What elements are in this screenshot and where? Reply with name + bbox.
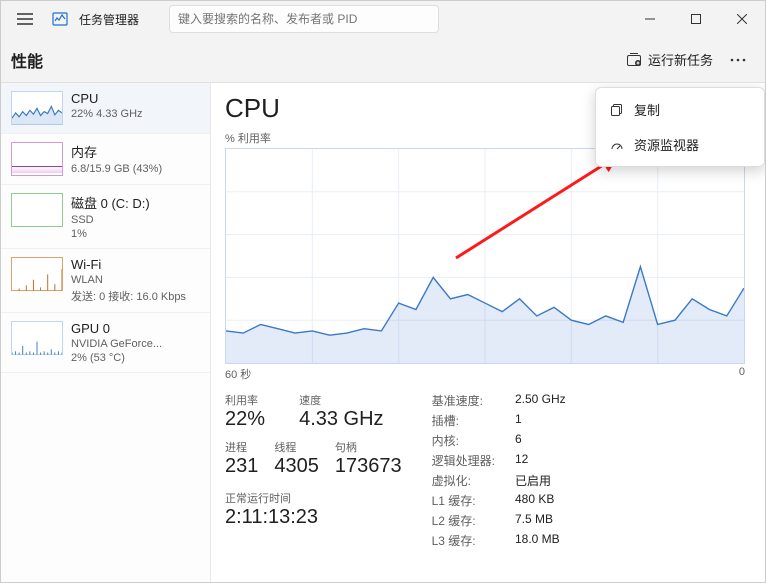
app-title: 任务管理器	[79, 11, 139, 28]
cores-k: 内核:	[432, 432, 495, 449]
search-input[interactable]	[169, 5, 439, 33]
main-title: CPU	[225, 93, 280, 124]
handles-label: 句柄	[335, 439, 402, 455]
logical-v: 12	[515, 452, 566, 469]
context-menu: 复制 资源监视器	[595, 87, 765, 167]
sidebar: CPU 22% 4.33 GHz 内存 6.8/15.9 GB (43%) 磁盘…	[1, 83, 211, 582]
threads-value: 4305	[274, 455, 319, 478]
task-manager-window: 任务管理器 性能 运行新任务 CPU 22% 4.33 GHz	[0, 0, 766, 583]
util-label: 利用率	[225, 392, 283, 408]
sidebar-item-sub: NVIDIA GeForce...	[71, 338, 162, 350]
cpu-chart	[225, 148, 745, 364]
more-button[interactable]	[721, 45, 755, 75]
titlebar: 任务管理器	[1, 1, 765, 37]
sidebar-item-disk[interactable]: 磁盘 0 (C: D:) SSD 1%	[1, 185, 210, 249]
new-task-icon	[626, 52, 642, 68]
cpu-details: 基准速度: 2.50 GHz 插槽: 1 内核: 6 逻辑处理器: 12 虚拟化: 已启用…	[432, 392, 566, 549]
content: CPU 22% 4.33 GHz 内存 6.8/15.9 GB (43%) 磁盘…	[1, 83, 765, 582]
toolbar: 性能 运行新任务	[1, 37, 765, 83]
menu-item-copy[interactable]: 复制	[596, 92, 764, 127]
run-task-label: 运行新任务	[648, 50, 713, 69]
virt-v: 已启用	[515, 472, 566, 489]
logical-k: 逻辑处理器:	[432, 452, 495, 469]
main-panel: CPU 12th Gen Intel(R) Co % 利用率 60 秒 0 利用…	[211, 83, 765, 582]
page-title: 性能	[11, 48, 43, 72]
window-controls	[627, 1, 765, 37]
app-icon	[51, 10, 69, 28]
sidebar-item-gpu[interactable]: GPU 0 NVIDIA GeForce... 2% (53 °C)	[1, 313, 210, 373]
base-speed-k: 基准速度:	[432, 392, 495, 409]
sidebar-item-sub2: 1%	[71, 228, 150, 240]
sidebar-item-label: GPU 0	[71, 321, 162, 336]
l3-k: L3 缓存:	[432, 532, 495, 549]
close-button[interactable]	[719, 1, 765, 37]
mini-chart-memory	[11, 142, 63, 176]
axis-right-label: 0	[739, 366, 745, 382]
sockets-v: 1	[515, 412, 566, 429]
speed-value: 4.33 GHz	[299, 408, 402, 431]
mini-chart-wifi	[11, 257, 63, 291]
l2-k: L2 缓存:	[432, 512, 495, 529]
sidebar-item-label: Wi-Fi	[71, 257, 186, 272]
sidebar-item-memory[interactable]: 内存 6.8/15.9 GB (43%)	[1, 134, 210, 185]
sidebar-item-cpu[interactable]: CPU 22% 4.33 GHz	[1, 83, 210, 134]
gauge-icon	[610, 138, 624, 152]
sidebar-item-label: 内存	[71, 142, 162, 161]
uptime-label: 正常运行时间	[225, 490, 402, 506]
sidebar-item-sub: SSD	[71, 214, 150, 226]
base-speed-v: 2.50 GHz	[515, 392, 566, 409]
handles-value: 173673	[335, 455, 402, 478]
sidebar-item-sub: WLAN	[71, 274, 186, 286]
l1-k: L1 缓存:	[432, 492, 495, 509]
menu-item-resource-monitor[interactable]: 资源监视器	[596, 127, 764, 162]
sidebar-item-sub: 22% 4.33 GHz	[71, 108, 143, 120]
speed-label: 速度	[299, 392, 402, 408]
sidebar-item-sub2: 发送: 0 接收: 16.0 Kbps	[71, 288, 186, 304]
menu-item-label: 资源监视器	[634, 135, 699, 154]
sockets-k: 插槽:	[432, 412, 495, 429]
sidebar-item-label: 磁盘 0 (C: D:)	[71, 193, 150, 212]
axis-left-label: 60 秒	[225, 366, 251, 382]
l1-v: 480 KB	[515, 492, 566, 509]
sidebar-item-sub: 6.8/15.9 GB (43%)	[71, 163, 162, 175]
threads-label: 线程	[274, 439, 319, 455]
uptime-value: 2:11:13:23	[225, 506, 402, 529]
sidebar-item-label: CPU	[71, 91, 143, 106]
run-new-task-button[interactable]: 运行新任务	[618, 46, 721, 73]
l3-v: 18.0 MB	[515, 532, 566, 549]
menu-button[interactable]	[7, 1, 43, 37]
processes-label: 进程	[225, 439, 258, 455]
mini-chart-disk	[11, 193, 63, 227]
copy-icon	[610, 103, 624, 117]
maximize-button[interactable]	[673, 1, 719, 37]
cores-v: 6	[515, 432, 566, 449]
menu-item-label: 复制	[634, 100, 660, 119]
util-value: 22%	[225, 408, 283, 431]
sidebar-item-sub2: 2% (53 °C)	[71, 352, 162, 364]
processes-value: 231	[225, 455, 258, 478]
l2-v: 7.5 MB	[515, 512, 566, 529]
sidebar-item-wifi[interactable]: Wi-Fi WLAN 发送: 0 接收: 16.0 Kbps	[1, 249, 210, 313]
minimize-button[interactable]	[627, 1, 673, 37]
mini-chart-gpu	[11, 321, 63, 355]
mini-chart-cpu	[11, 91, 63, 125]
virt-k: 虚拟化:	[432, 472, 495, 489]
